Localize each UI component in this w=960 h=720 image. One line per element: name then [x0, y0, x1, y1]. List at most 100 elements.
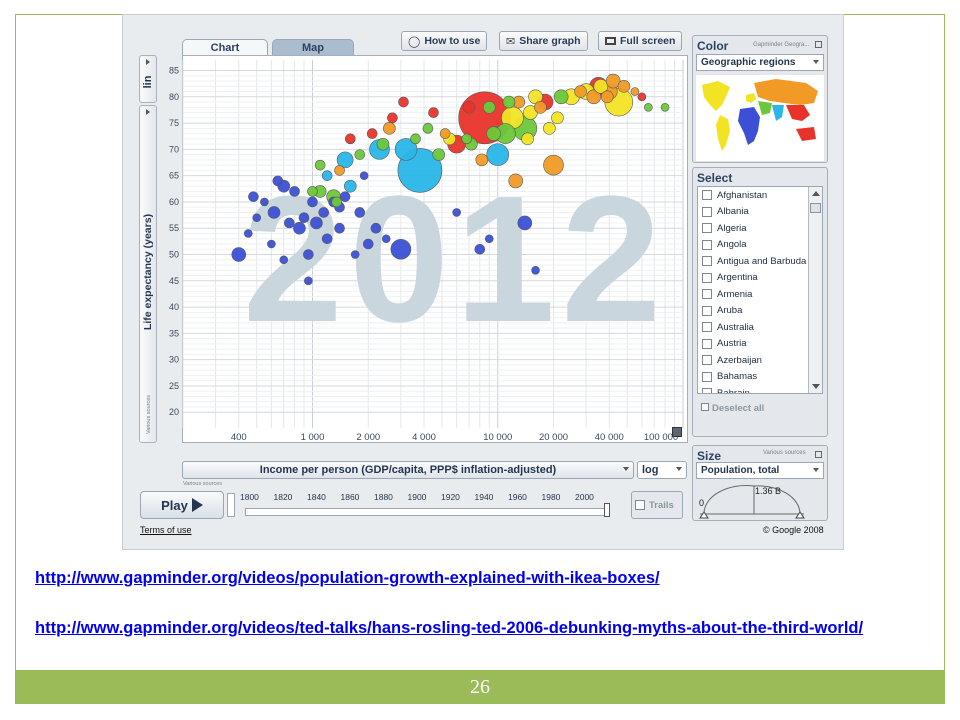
bubble-east_asia[interactable] [345, 133, 356, 145]
bubble-africa[interactable] [248, 191, 259, 202]
bubble-africa[interactable] [298, 212, 310, 224]
country-checkbox[interactable] [702, 305, 712, 316]
country-checkbox[interactable] [702, 239, 712, 250]
bubble-africa[interactable] [272, 175, 284, 187]
country-list-item[interactable]: Argentina [698, 270, 822, 287]
trails-toggle[interactable]: Trails [631, 491, 683, 519]
bubble-middle_east[interactable] [617, 79, 631, 93]
bubble-africa[interactable] [354, 207, 366, 218]
bubble-africa[interactable] [484, 234, 494, 244]
bubble-americas[interactable] [553, 89, 569, 105]
bubble-africa[interactable] [284, 217, 295, 229]
bubble-africa[interactable] [267, 206, 281, 219]
bubble-americas[interactable] [307, 186, 318, 197]
country-checkbox[interactable] [702, 338, 712, 349]
share-graph-button[interactable]: ✉ Share graph [499, 31, 588, 51]
bubble-americas[interactable] [376, 137, 390, 151]
bubble-africa[interactable] [279, 255, 289, 265]
world-map-legend[interactable] [696, 75, 824, 161]
country-checkbox[interactable] [702, 289, 712, 300]
bubble-americas[interactable] [486, 126, 501, 141]
bubble-africa[interactable] [289, 186, 300, 197]
bubble-africa[interactable] [267, 239, 276, 249]
country-checkbox[interactable] [702, 388, 712, 393]
bubble-americas[interactable] [432, 148, 445, 161]
country-list-item[interactable]: Algeria [698, 220, 822, 237]
country-checkbox[interactable] [702, 355, 712, 366]
country-list-item[interactable]: Albania [698, 204, 822, 221]
bubble-middle_east[interactable] [543, 154, 564, 176]
timeline-slider-track[interactable] [245, 508, 607, 516]
bubble-middle_east[interactable] [600, 90, 614, 104]
country-list-item[interactable]: Aruba [698, 303, 822, 320]
bubble-africa[interactable] [243, 229, 253, 238]
bubble-africa[interactable] [452, 208, 461, 217]
bubble-americas[interactable] [502, 95, 516, 109]
bubble-africa[interactable] [231, 247, 247, 262]
play-button[interactable]: Play [140, 491, 224, 519]
bubble-africa[interactable] [381, 234, 391, 244]
country-list-item[interactable]: Angola [698, 237, 822, 254]
bubble-africa[interactable] [293, 221, 306, 235]
x-scale-selector[interactable]: log [637, 461, 687, 479]
terms-of-use-link[interactable]: Terms of use [140, 525, 192, 535]
bubble-middle_east[interactable] [534, 101, 547, 114]
bubble-south_asia[interactable] [321, 170, 333, 181]
country-list-item[interactable]: Bahamas [698, 369, 822, 386]
country-checkbox[interactable] [702, 371, 712, 382]
scroll-thumb[interactable] [810, 203, 821, 213]
scrollbar[interactable] [808, 187, 822, 393]
bubble-africa[interactable] [390, 238, 412, 260]
bubble-americas[interactable] [410, 133, 421, 145]
bubble-africa[interactable] [517, 215, 533, 231]
bubble-east_asia[interactable] [366, 128, 378, 139]
country-checkbox[interactable] [702, 223, 712, 234]
size-indicator-dropdown[interactable]: Population, total [696, 462, 824, 479]
bubble-africa[interactable] [307, 196, 318, 208]
country-list-item[interactable]: Afghanistan [698, 187, 822, 204]
scroll-up-icon[interactable] [812, 191, 820, 196]
country-checkbox[interactable] [702, 206, 712, 217]
country-list-item[interactable]: Antigua and Barbuda [698, 253, 822, 270]
bubble-east_asia[interactable] [637, 92, 647, 102]
bubble-americas[interactable] [422, 123, 434, 134]
link-ikea-boxes[interactable]: http://www.gapminder.org/videos/populati… [35, 566, 915, 590]
country-list-item[interactable]: Austria [698, 336, 822, 353]
deselect-all-button[interactable]: Deselect all [697, 400, 823, 428]
bubble-south_asia[interactable] [486, 143, 510, 166]
bubble-middle_east[interactable] [508, 173, 523, 189]
bubble-middle_east[interactable] [574, 85, 587, 98]
bubble-africa[interactable] [252, 213, 262, 223]
bubble-europe_central_asia[interactable] [521, 132, 534, 146]
color-indicator-dropdown[interactable]: Geographic regions [696, 54, 824, 71]
bubble-africa[interactable] [359, 171, 369, 180]
timeline-slider-handle[interactable] [604, 503, 610, 517]
bubble-africa[interactable] [474, 243, 486, 255]
bubble-africa[interactable] [350, 250, 360, 259]
zoom-icon[interactable] [672, 427, 682, 437]
deselect-all-checkbox[interactable] [701, 403, 709, 411]
country-checkbox[interactable] [702, 190, 712, 201]
country-checkbox[interactable] [702, 272, 712, 283]
country-checkbox[interactable] [702, 256, 712, 267]
bubble-europe_central_asia[interactable] [551, 111, 564, 125]
bubble-americas[interactable] [461, 133, 473, 145]
bubble-east_asia[interactable] [428, 107, 439, 118]
bubble-africa[interactable] [334, 222, 345, 234]
bubble-africa[interactable] [321, 233, 333, 245]
speed-control[interactable] [227, 493, 235, 517]
country-list-item[interactable]: Armenia [698, 286, 822, 303]
link-ted-talk[interactable]: http://www.gapminder.org/videos/ted-talk… [35, 616, 915, 640]
bubble-americas[interactable] [331, 196, 342, 208]
full-screen-button[interactable]: Full screen [598, 31, 683, 51]
bubble-europe_central_asia[interactable] [543, 122, 556, 135]
bubble-africa[interactable] [260, 197, 269, 207]
country-list-item[interactable]: Bahrain [698, 385, 822, 393]
bubble-americas[interactable] [354, 149, 366, 160]
country-list-item[interactable]: Australia [698, 319, 822, 336]
bubble-middle_east[interactable] [439, 128, 451, 139]
bubble-africa[interactable] [362, 238, 374, 250]
scroll-down-icon[interactable] [812, 384, 820, 389]
bubble-americas[interactable] [314, 159, 326, 171]
bubble-middle_east[interactable] [630, 87, 640, 96]
